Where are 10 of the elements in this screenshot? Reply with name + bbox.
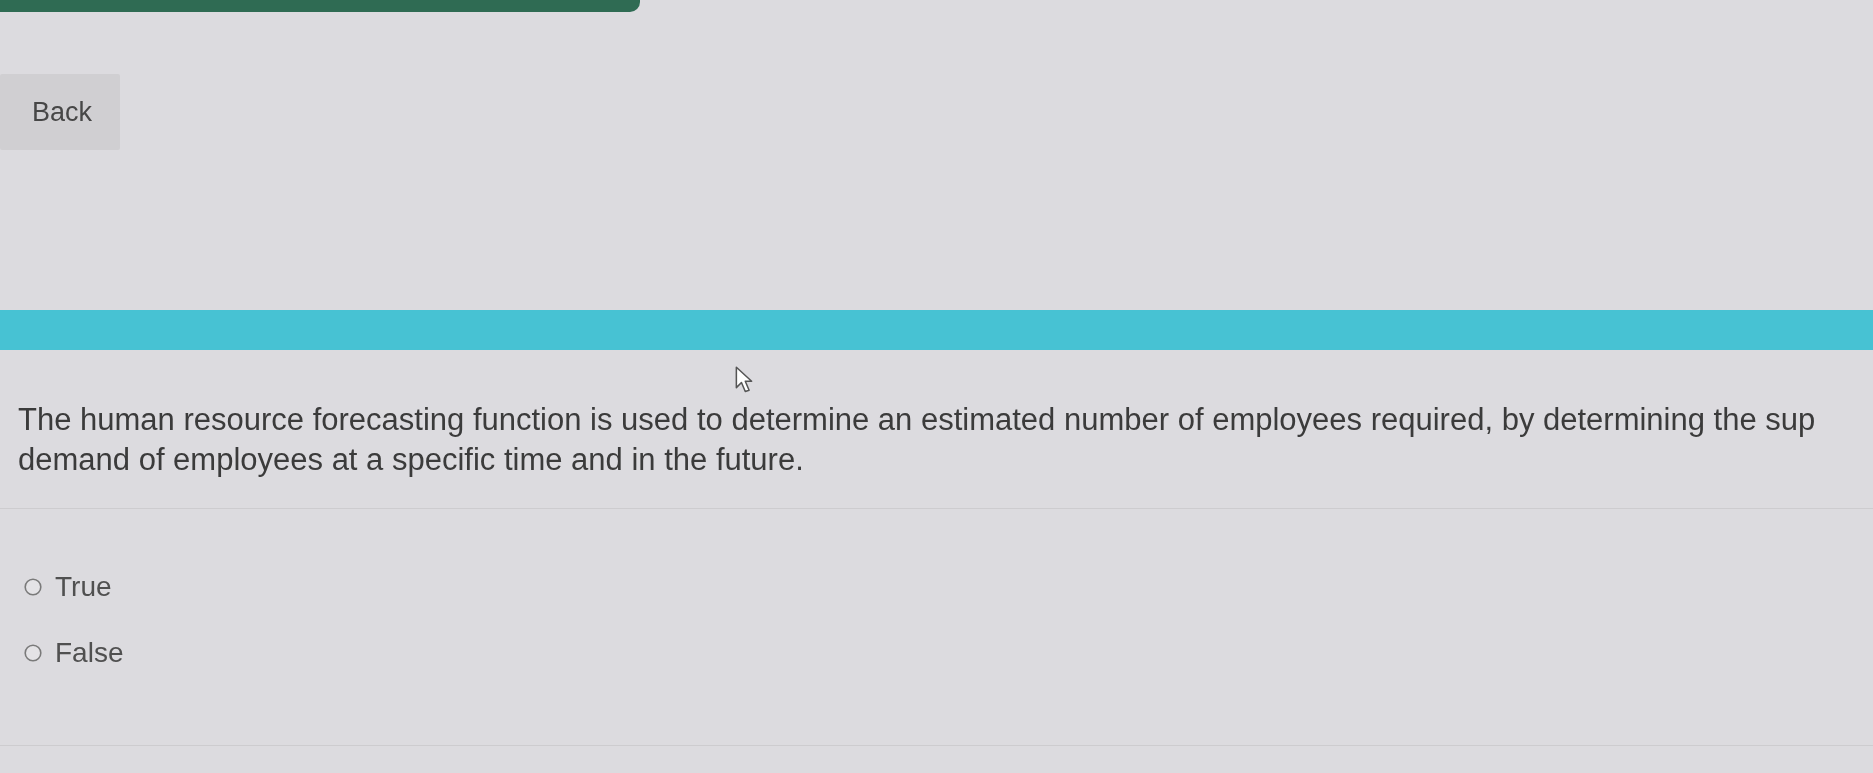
question-text: The human resource forecasting function is used to determine an estimated number of employees required, by determining the sup bbox=[18, 401, 1816, 439]
option-label: False bbox=[55, 637, 124, 669]
back-button[interactable]: Back bbox=[0, 74, 120, 150]
answer-option[interactable]: True bbox=[24, 571, 124, 603]
option-label: True bbox=[55, 571, 112, 603]
radio-icon[interactable] bbox=[24, 644, 42, 662]
answer-option[interactable]: False bbox=[24, 637, 124, 669]
radio-icon[interactable] bbox=[24, 578, 42, 596]
cursor-icon bbox=[735, 366, 753, 394]
question-text: demand of employees at a specific time and in the future. bbox=[18, 441, 805, 479]
